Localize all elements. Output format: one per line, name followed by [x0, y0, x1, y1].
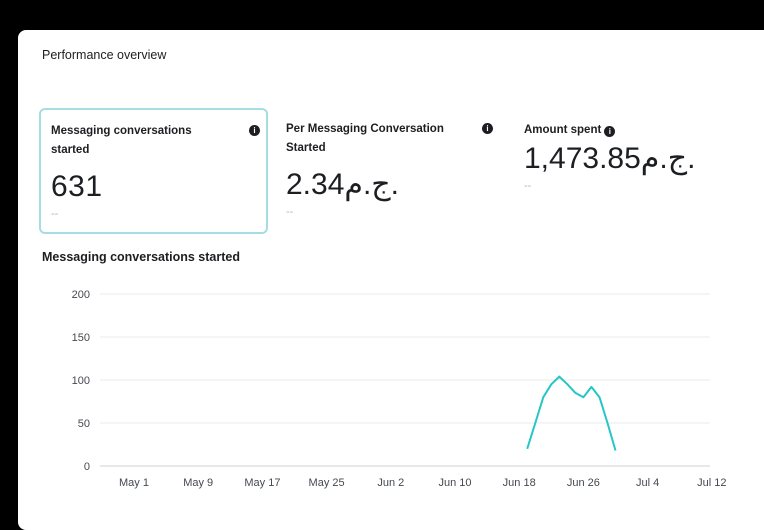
x-tick-label: Jun 26	[567, 477, 600, 489]
x-tick-label: Jun 10	[438, 477, 471, 489]
x-tick-label: May 9	[183, 477, 213, 489]
x-tick-label: May 25	[309, 477, 345, 489]
line-chart: 0 50 100 150 200 May 1 May 9 May 17 May 25 Jun 2 J…	[72, 289, 727, 489]
y-tick-label: 100	[72, 375, 90, 387]
x-tick-label: Jun 18	[503, 477, 536, 489]
y-tick-label: 50	[78, 418, 90, 430]
series-line	[526, 375, 617, 451]
x-tick-label: Jun 2	[377, 477, 404, 489]
x-tick-label: May 17	[244, 477, 280, 489]
y-tick-label: 150	[72, 332, 90, 344]
x-tick-label: May 1	[119, 477, 149, 489]
x-tick-label: Jul 12	[697, 477, 726, 489]
performance-card: Performance overview Messaging conversat…	[18, 30, 764, 530]
y-tick-label: 0	[84, 461, 90, 473]
x-tick-label: Jul 4	[636, 477, 659, 489]
y-tick-label: 200	[72, 289, 90, 301]
